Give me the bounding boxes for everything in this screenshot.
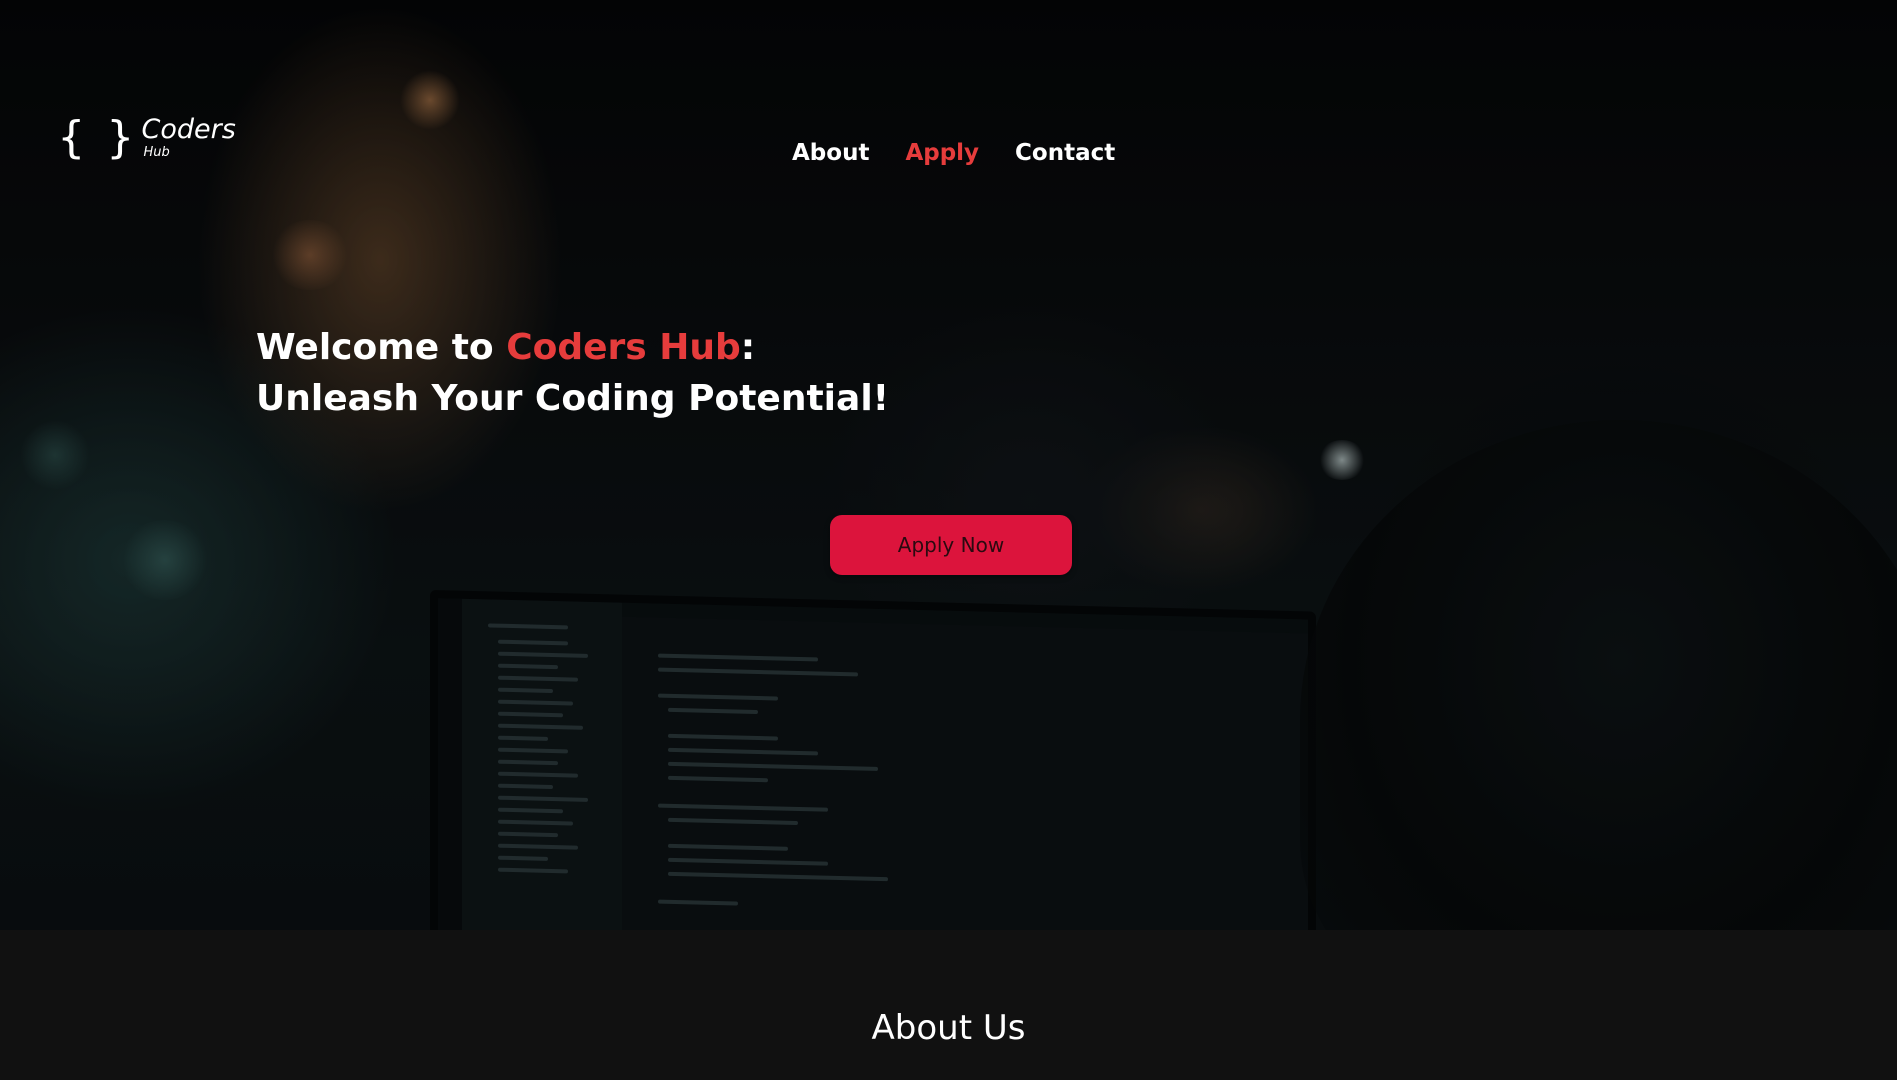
headline-line2: Unleash Your Coding Potential! <box>256 378 890 419</box>
hero-headline: Welcome to Coders Hub: Unleash Your Codi… <box>256 322 889 424</box>
logo-name: Coders <box>141 114 236 145</box>
hero-section: { } Coders Hub About Apply Contact Welco… <box>0 0 1897 930</box>
logo-subtitle: Hub <box>143 145 170 160</box>
site-logo[interactable]: { } Coders Hub <box>58 112 236 163</box>
headline-prefix: Welcome to <box>256 327 507 368</box>
headline-suffix: : <box>740 327 756 368</box>
nav-link-contact[interactable]: Contact <box>1015 140 1115 166</box>
nav-link-apply[interactable]: Apply <box>905 140 979 166</box>
about-title: About Us <box>871 1008 1026 1048</box>
apply-now-button[interactable]: Apply Now <box>830 515 1072 575</box>
nav-link-about[interactable]: About <box>792 140 869 166</box>
headline-accent: Coders Hub <box>506 327 741 368</box>
logo-text: Coders Hub <box>141 116 235 160</box>
about-section: About Us <box>0 930 1897 1080</box>
main-nav: About Apply Contact <box>792 140 1115 166</box>
curly-braces-icon: { } <box>58 112 133 163</box>
